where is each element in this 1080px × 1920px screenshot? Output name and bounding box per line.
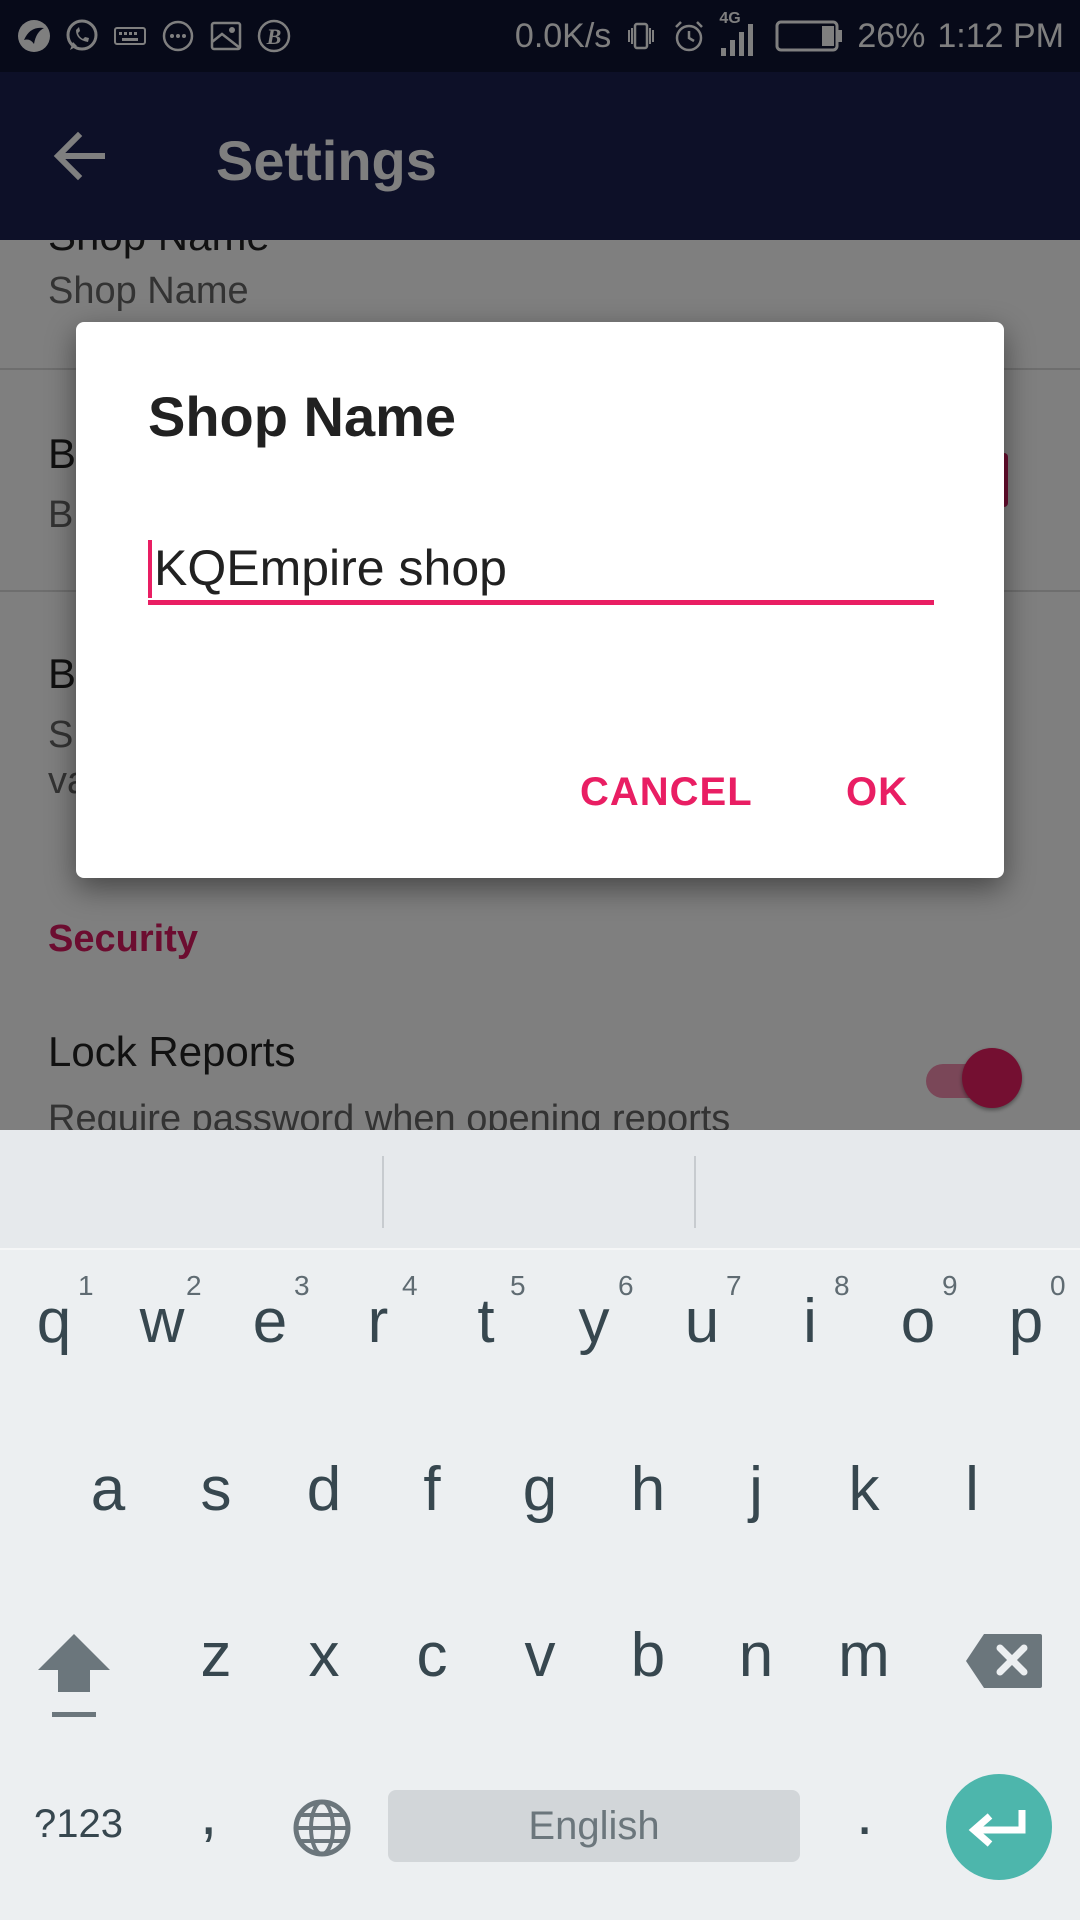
key-hint: 4 — [402, 1270, 418, 1301]
comma-key[interactable]: , — [200, 1778, 217, 1849]
key-f[interactable]: f — [378, 1424, 486, 1574]
key-label: z — [200, 1621, 232, 1690]
key-q[interactable]: q 1 — [0, 1260, 108, 1410]
key-l[interactable]: l — [918, 1424, 1026, 1574]
key-hint: 2 — [186, 1270, 202, 1301]
key-label: m — [838, 1621, 890, 1690]
cancel-button[interactable]: CANCEL — [580, 770, 753, 815]
key-label: n — [738, 1621, 774, 1690]
key-n[interactable]: n — [702, 1590, 810, 1740]
key-label: l — [965, 1455, 979, 1524]
key-label: j — [749, 1455, 763, 1524]
key-hint: 7 — [726, 1270, 742, 1301]
space-key[interactable]: English — [388, 1790, 800, 1862]
shop-name-dialog: Shop Name CANCEL OK — [76, 322, 1004, 878]
suggestion-bar — [0, 1130, 1080, 1250]
key-a[interactable]: a — [54, 1424, 162, 1574]
dialog-title: Shop Name — [148, 385, 457, 448]
enter-key[interactable] — [946, 1774, 1052, 1880]
key-w[interactable]: w 2 — [108, 1260, 216, 1410]
key-x[interactable]: x — [270, 1590, 378, 1740]
key-hint: 6 — [618, 1270, 634, 1301]
key-hint: 0 — [1050, 1270, 1066, 1301]
period-key[interactable]: . — [856, 1778, 873, 1849]
shop-name-input[interactable] — [148, 538, 934, 598]
key-b[interactable]: b — [594, 1590, 702, 1740]
key-label: f — [423, 1455, 441, 1524]
key-r[interactable]: r 4 — [324, 1260, 432, 1410]
key-s[interactable]: s — [162, 1424, 270, 1574]
key-e[interactable]: e 3 — [216, 1260, 324, 1410]
backspace-icon[interactable] — [964, 1632, 1044, 1690]
key-h[interactable]: h — [594, 1424, 702, 1574]
key-label: c — [416, 1621, 448, 1690]
key-i[interactable]: i 8 — [756, 1260, 864, 1410]
shop-name-field — [148, 538, 934, 605]
key-d[interactable]: d — [270, 1424, 378, 1574]
key-p[interactable]: p 0 — [972, 1260, 1080, 1410]
key-c[interactable]: c — [378, 1590, 486, 1740]
key-label: s — [200, 1455, 232, 1524]
key-u[interactable]: u 7 — [648, 1260, 756, 1410]
key-label: g — [522, 1455, 558, 1524]
key-z[interactable]: z — [162, 1590, 270, 1740]
shift-icon[interactable] — [32, 1630, 116, 1720]
key-k[interactable]: k — [810, 1424, 918, 1574]
text-cursor — [148, 540, 152, 598]
key-label: d — [306, 1455, 342, 1524]
key-o[interactable]: o 9 — [864, 1260, 972, 1410]
ok-button[interactable]: OK — [846, 770, 908, 815]
key-label: k — [848, 1455, 880, 1524]
key-t[interactable]: t 5 — [432, 1260, 540, 1410]
key-hint: 9 — [942, 1270, 958, 1301]
suggestion-divider — [382, 1156, 384, 1228]
key-hint: 8 — [834, 1270, 850, 1301]
symbols-key[interactable]: ?123 — [34, 1802, 123, 1847]
key-label: b — [630, 1621, 666, 1690]
key-hint: 3 — [294, 1270, 310, 1301]
key-label: x — [308, 1621, 340, 1690]
key-m[interactable]: m — [810, 1590, 918, 1740]
key-hint: 1 — [78, 1270, 94, 1301]
key-label: a — [90, 1455, 126, 1524]
key-y[interactable]: y 6 — [540, 1260, 648, 1410]
key-j[interactable]: j — [702, 1424, 810, 1574]
key-label: h — [630, 1455, 666, 1524]
input-underline — [148, 600, 934, 605]
key-v[interactable]: v — [486, 1590, 594, 1740]
suggestion-divider — [694, 1156, 696, 1228]
globe-icon[interactable] — [292, 1798, 352, 1858]
enter-icon — [968, 1810, 1026, 1847]
key-hint: 5 — [510, 1270, 526, 1301]
key-label: v — [524, 1621, 556, 1690]
key-g[interactable]: g — [486, 1424, 594, 1574]
